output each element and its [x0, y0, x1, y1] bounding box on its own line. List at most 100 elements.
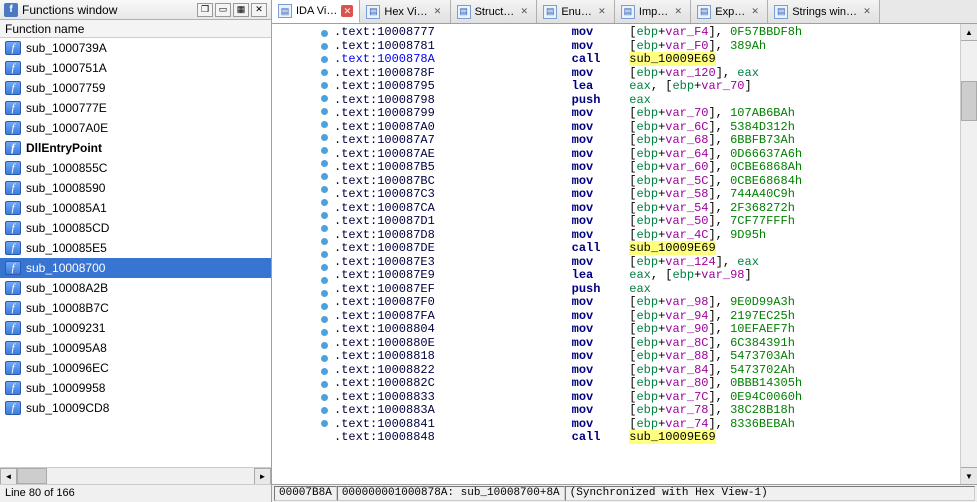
disasm-line[interactable]: .text:100087E9 lea eax, [ebp+var_98] [334, 269, 960, 283]
disasm-line[interactable]: .text:100087A0 mov [ebp+var_6C], 5384D31… [334, 121, 960, 135]
breakpoint-dot[interactable] [321, 225, 328, 232]
breakpoint-dot[interactable] [321, 251, 328, 258]
disasm-line[interactable]: .text:100087EF push eax [334, 283, 960, 297]
disasm-line[interactable]: .text:1000878A call sub_10009E69 [334, 53, 960, 67]
disasm-line[interactable]: .text:100087AE mov [ebp+var_64], 0D66637… [334, 148, 960, 162]
breakpoint-dot[interactable] [321, 381, 328, 388]
panel-btn-restore[interactable]: ❐ [197, 3, 213, 17]
scroll-left-icon[interactable]: ◄ [0, 468, 17, 485]
panel-btn-close[interactable]: ✕ [251, 3, 267, 17]
breakpoint-dot[interactable] [321, 173, 328, 180]
breakpoint-dot[interactable] [321, 238, 328, 245]
scroll-down-icon[interactable]: ▼ [961, 467, 977, 484]
tab[interactable]: ▤Hex Vi…✕ [360, 0, 450, 23]
disasm-line[interactable]: .text:10008795 lea eax, [ebp+var_70] [334, 80, 960, 94]
function-row[interactable]: fsub_1000739A [0, 38, 271, 58]
disasm-line[interactable]: .text:10008799 mov [ebp+var_70], 107AB6B… [334, 107, 960, 121]
disasm-line[interactable]: .text:100087CA mov [ebp+var_54], 2F36827… [334, 202, 960, 216]
function-row[interactable]: fsub_10009CD8 [0, 398, 271, 418]
breakpoint-dot[interactable] [321, 355, 328, 362]
breakpoint-dot[interactable] [321, 30, 328, 37]
disasm-line[interactable]: .text:1000883A mov [ebp+var_78], 38C28B1… [334, 404, 960, 418]
disasm-line[interactable]: .text:10008818 mov [ebp+var_88], 5473703… [334, 350, 960, 364]
function-row[interactable]: fsub_10009231 [0, 318, 271, 338]
breakpoint-dot[interactable] [321, 264, 328, 271]
tab[interactable]: ▤Exp…✕ [691, 0, 768, 23]
breakpoint-dot[interactable] [321, 69, 328, 76]
disasm-line[interactable]: .text:10008798 push eax [334, 94, 960, 108]
tab[interactable]: ▤Struct…✕ [451, 0, 538, 23]
disasm-vscroll[interactable]: ▲ ▼ [960, 24, 977, 484]
disasm-line[interactable]: .text:100087E3 mov [ebp+var_124], eax [334, 256, 960, 270]
breakpoint-dot[interactable] [321, 277, 328, 284]
disasm-line[interactable]: .text:1000880E mov [ebp+var_8C], 6C38439… [334, 337, 960, 351]
breakpoint-dot[interactable] [321, 212, 328, 219]
breakpoint-dot[interactable] [321, 420, 328, 427]
hscroll-thumb[interactable] [17, 468, 47, 484]
function-row[interactable]: fsub_100085A1 [0, 198, 271, 218]
function-row[interactable]: fsub_10009958 [0, 378, 271, 398]
breakpoint-dot[interactable] [321, 290, 328, 297]
breakpoint-dot[interactable] [321, 160, 328, 167]
breakpoint-dot[interactable] [321, 82, 328, 89]
disasm-line[interactable]: .text:100087C3 mov [ebp+var_58], 744A40C… [334, 188, 960, 202]
panel-btn-min[interactable]: ▭ [215, 3, 231, 17]
disasm-view[interactable]: .text:10008777 mov [ebp+var_F4], 0F57BBD… [332, 24, 960, 484]
close-icon[interactable]: ✕ [672, 6, 684, 18]
panel-btn-opts[interactable]: ▦ [233, 3, 249, 17]
breakpoint-dot[interactable] [321, 368, 328, 375]
close-icon[interactable]: ✕ [749, 6, 761, 18]
functions-hscroll[interactable]: ◄ ► [0, 467, 271, 484]
functions-col-header[interactable]: Function name [0, 20, 271, 38]
disasm-line[interactable]: .text:100087F0 mov [ebp+var_98], 9E0D99A… [334, 296, 960, 310]
disasm-line[interactable]: .text:1000878F mov [ebp+var_120], eax [334, 67, 960, 81]
close-icon[interactable]: ✕ [432, 6, 444, 18]
tab[interactable]: ▤Strings win…✕ [768, 0, 880, 23]
functions-list[interactable]: fsub_1000739Afsub_1000751Afsub_10007759f… [0, 38, 271, 467]
function-row[interactable]: fsub_10008A2B [0, 278, 271, 298]
disasm-line[interactable]: .text:10008848 call sub_10009E69 [334, 431, 960, 445]
tab[interactable]: ▤Imp…✕ [615, 0, 691, 23]
disasm-line[interactable]: .text:10008804 mov [ebp+var_90], 10EFAEF… [334, 323, 960, 337]
close-icon[interactable]: ✕ [341, 5, 353, 17]
function-row[interactable]: fsub_10008700 [0, 258, 271, 278]
disasm-line[interactable]: .text:100087FA mov [ebp+var_94], 2197EC2… [334, 310, 960, 324]
breakpoint-dot[interactable] [321, 342, 328, 349]
breakpoint-dot[interactable] [321, 329, 328, 336]
breakpoint-dot[interactable] [321, 394, 328, 401]
breakpoint-dot[interactable] [321, 56, 328, 63]
disasm-line[interactable]: .text:100087D1 mov [ebp+var_50], 7CF77FF… [334, 215, 960, 229]
breakpoint-dot[interactable] [321, 199, 328, 206]
disasm-line[interactable]: .text:100087DE call sub_10009E69 [334, 242, 960, 256]
breakpoint-dot[interactable] [321, 147, 328, 154]
disasm-line[interactable]: .text:10008777 mov [ebp+var_F4], 0F57BBD… [334, 26, 960, 40]
breakpoint-dot[interactable] [321, 316, 328, 323]
function-row[interactable]: fsub_100095A8 [0, 338, 271, 358]
breakpoint-dot[interactable] [321, 95, 328, 102]
breakpoint-dot[interactable] [321, 43, 328, 50]
disasm-line[interactable]: .text:100087BC mov [ebp+var_5C], 0CBE686… [334, 175, 960, 189]
breakpoint-dot[interactable] [321, 108, 328, 115]
vscroll-thumb[interactable] [961, 81, 977, 121]
scroll-up-icon[interactable]: ▲ [961, 24, 977, 41]
function-row[interactable]: fsub_100096EC [0, 358, 271, 378]
scroll-right-icon[interactable]: ► [254, 468, 271, 485]
disasm-line[interactable]: .text:100087A7 mov [ebp+var_68], 6BBFB73… [334, 134, 960, 148]
function-row[interactable]: fsub_100085CD [0, 218, 271, 238]
disasm-line[interactable]: .text:100087D8 mov [ebp+var_4C], 9D95h [334, 229, 960, 243]
function-row[interactable]: fsub_100085E5 [0, 238, 271, 258]
disasm-line[interactable]: .text:10008841 mov [ebp+var_74], 8336BEB… [334, 418, 960, 432]
disasm-line[interactable]: .text:100087B5 mov [ebp+var_60], 0CBE686… [334, 161, 960, 175]
disasm-line[interactable]: .text:1000882C mov [ebp+var_80], 0BBB143… [334, 377, 960, 391]
disasm-line[interactable]: .text:10008781 mov [ebp+var_F0], 389Ah [334, 40, 960, 54]
breakpoint-dot[interactable] [321, 121, 328, 128]
breakpoint-dot[interactable] [321, 303, 328, 310]
close-icon[interactable]: ✕ [596, 6, 608, 18]
tab[interactable]: ▤IDA Vi…✕ [272, 0, 360, 23]
tab[interactable]: ▤Enu…✕ [537, 0, 615, 23]
function-row[interactable]: fsub_1000855C [0, 158, 271, 178]
function-row[interactable]: fsub_10008590 [0, 178, 271, 198]
disasm-line[interactable]: .text:10008822 mov [ebp+var_84], 5473702… [334, 364, 960, 378]
breakpoint-dot[interactable] [321, 407, 328, 414]
function-row[interactable]: fsub_1000777E [0, 98, 271, 118]
